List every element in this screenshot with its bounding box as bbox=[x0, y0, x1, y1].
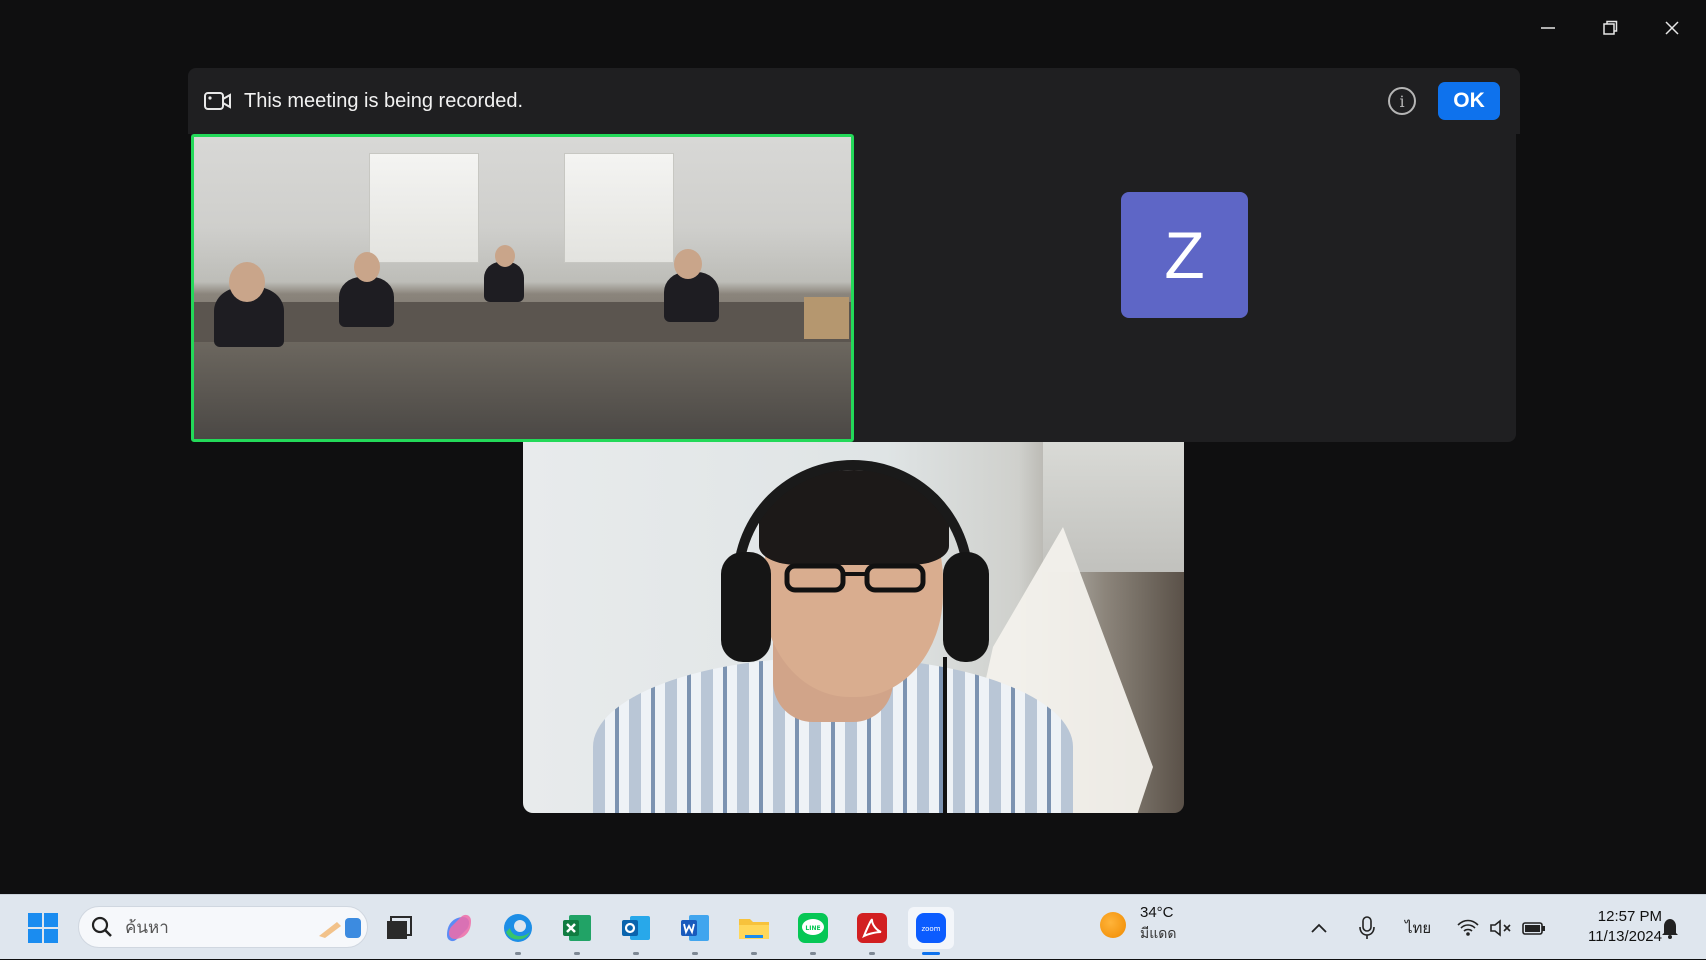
excel-button[interactable] bbox=[556, 907, 598, 955]
clock[interactable]: 12:57 PM 11/13/2024 bbox=[1588, 907, 1662, 947]
window-controls bbox=[1524, 12, 1696, 44]
line-icon: LINE bbox=[798, 913, 828, 943]
notifications-button[interactable] bbox=[1660, 895, 1680, 960]
participant-avatar-z[interactable]: Z bbox=[1121, 192, 1248, 318]
conference-table bbox=[194, 302, 851, 342]
acrobat-icon bbox=[857, 913, 887, 943]
svg-text:zoom: zoom bbox=[921, 925, 940, 933]
line-button[interactable]: LINE bbox=[792, 907, 834, 955]
close-button[interactable] bbox=[1648, 12, 1696, 44]
ok-button[interactable]: OK bbox=[1438, 82, 1500, 120]
running-indicator bbox=[869, 952, 875, 955]
restore-icon bbox=[1603, 20, 1618, 35]
participant-head bbox=[354, 252, 380, 282]
weather-condition: มีแดด bbox=[1140, 925, 1177, 941]
clock-date: 11/13/2024 bbox=[1588, 928, 1662, 945]
outlook-button[interactable] bbox=[615, 907, 657, 955]
running-indicator bbox=[574, 952, 580, 955]
windows-logo-icon bbox=[28, 913, 58, 943]
zoom-icon: zoom bbox=[916, 913, 946, 943]
bell-icon bbox=[1662, 918, 1678, 939]
restore-button[interactable] bbox=[1586, 12, 1634, 44]
word-button[interactable] bbox=[674, 907, 716, 955]
speaker-muted-icon bbox=[1490, 918, 1511, 937]
microphone-button[interactable] bbox=[1358, 895, 1376, 960]
show-hidden-icons-button[interactable] bbox=[1310, 895, 1328, 960]
info-icon[interactable]: i bbox=[1388, 87, 1416, 115]
participant-head bbox=[495, 245, 515, 267]
video-tile-meeting-room[interactable] bbox=[191, 134, 854, 442]
acrobat-button[interactable] bbox=[851, 907, 893, 955]
running-indicator bbox=[751, 952, 757, 955]
taskbar-search[interactable]: ค้นหา bbox=[78, 906, 368, 948]
search-placeholder: ค้นหา bbox=[125, 917, 169, 937]
running-indicator bbox=[633, 952, 639, 955]
search-icon bbox=[91, 916, 112, 937]
weather-temperature: 34°C bbox=[1140, 904, 1174, 921]
battery-button[interactable] bbox=[1522, 895, 1546, 960]
start-button[interactable] bbox=[22, 907, 64, 949]
zoom-button[interactable]: zoom bbox=[908, 907, 954, 955]
wifi-icon bbox=[1457, 919, 1479, 936]
headphone-cable bbox=[943, 657, 947, 813]
video-tile-speaker[interactable] bbox=[523, 442, 1184, 813]
outlook-icon bbox=[622, 916, 650, 940]
participant-head bbox=[229, 262, 265, 302]
file-explorer-button[interactable] bbox=[733, 907, 775, 955]
task-view-button[interactable] bbox=[378, 907, 420, 949]
recording-banner: This meeting is being recorded. i OK bbox=[188, 68, 1520, 134]
task-view-icon bbox=[387, 916, 412, 939]
word-icon bbox=[681, 915, 709, 941]
copilot-icon bbox=[447, 914, 471, 942]
running-indicator bbox=[810, 952, 816, 955]
svg-text:LINE: LINE bbox=[805, 925, 820, 932]
participant-figure bbox=[339, 277, 394, 327]
microphone-icon bbox=[1359, 915, 1375, 939]
edge-icon bbox=[504, 914, 532, 942]
sun-icon bbox=[1100, 911, 1126, 938]
wifi-button[interactable] bbox=[1457, 895, 1479, 960]
room-window bbox=[564, 153, 674, 263]
chevron-up-icon bbox=[1311, 923, 1327, 933]
minimize-icon bbox=[1541, 27, 1555, 29]
excel-icon bbox=[563, 915, 591, 941]
language-indicator[interactable]: ไทย bbox=[1405, 895, 1431, 960]
minimize-button[interactable] bbox=[1524, 12, 1572, 44]
weather-widget[interactable]: 34°C มีแดด bbox=[1100, 904, 1176, 945]
participant-figure bbox=[484, 262, 524, 302]
room-window bbox=[369, 153, 479, 263]
volume-button[interactable] bbox=[1490, 895, 1512, 960]
search-highlight-icon bbox=[319, 918, 361, 938]
recording-notice-text: This meeting is being recorded. bbox=[244, 89, 524, 112]
windows-taskbar: ค้นหา LINE zoom 34°C มีแดด ไทย 12:57 PM … bbox=[0, 894, 1706, 959]
headphone-right-cup bbox=[943, 552, 989, 662]
copilot-button[interactable] bbox=[438, 907, 480, 949]
running-indicator bbox=[515, 952, 521, 955]
participant-head bbox=[674, 249, 702, 279]
battery-charging-icon bbox=[1522, 921, 1545, 935]
file-explorer-icon bbox=[739, 919, 769, 939]
room-floor bbox=[194, 342, 851, 439]
running-indicator bbox=[692, 952, 698, 955]
active-indicator bbox=[922, 952, 940, 955]
clock-time: 12:57 PM bbox=[1597, 908, 1662, 925]
paper-bag bbox=[804, 297, 849, 339]
zoom-meeting-window: This meeting is being recorded. i OK Z bbox=[0, 0, 1706, 894]
participant-figure bbox=[664, 272, 719, 322]
close-icon bbox=[1665, 21, 1679, 35]
edge-button[interactable] bbox=[497, 907, 539, 955]
headphone-left-cup bbox=[721, 552, 771, 662]
video-camera-icon bbox=[204, 89, 234, 113]
